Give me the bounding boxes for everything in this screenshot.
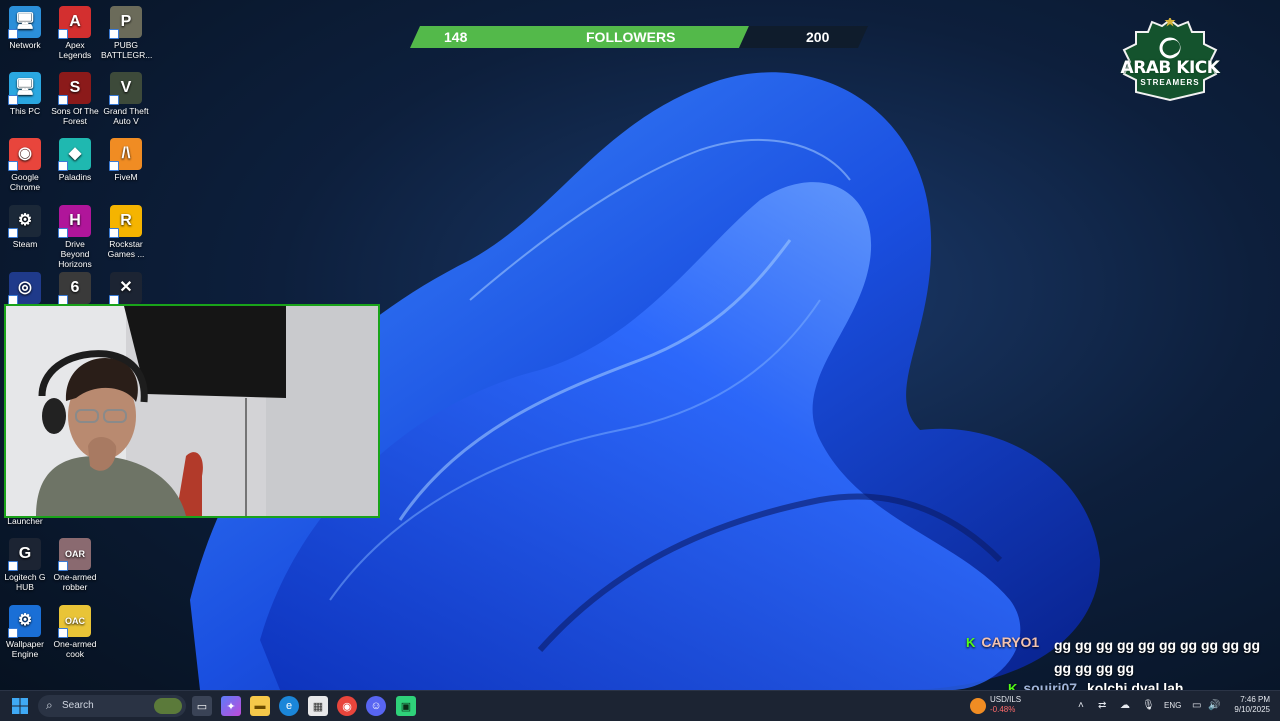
chrome-icon: ◉ (8, 138, 41, 171)
taskbar-search[interactable]: ⌕ Search (38, 695, 186, 717)
task-view-icon[interactable]: ▭ (192, 696, 212, 716)
steam-icon: ⚙ (8, 205, 41, 238)
kick-logo-icon: K (966, 635, 976, 650)
discord-icon[interactable]: ☺ (366, 696, 386, 716)
chat-username: CARYO1 (981, 634, 1040, 650)
chat-message: K CARYO1 (966, 634, 1039, 650)
chevron-up-icon[interactable]: ˄ (1078, 691, 1084, 721)
desktop-shortcut-label: Rockstar Games ... (107, 239, 145, 259)
desktop-shortcut[interactable]: R Rockstar Games ... (101, 205, 151, 259)
chat-message-line: gg gg gg gg (1054, 660, 1135, 676)
webcam-feed (6, 306, 378, 516)
apex-legends-icon: A (58, 6, 91, 39)
desktop-shortcut[interactable]: G Logitech G HUB (0, 538, 50, 592)
desktop-shortcut[interactable]: H Drive Beyond Horizons (50, 205, 100, 269)
microphone-icon[interactable]: 🎙 (1142, 691, 1155, 721)
onedrive-icon[interactable]: ☁ (1120, 691, 1130, 721)
rockstar-icon: R (109, 205, 142, 238)
chrome-taskbar-icon[interactable]: ◉ (337, 696, 357, 716)
logitech-icon: G (8, 538, 41, 571)
desktop-shortcut-label: PUBG BATTLEGR... (101, 40, 153, 60)
start-button[interactable] (10, 696, 30, 716)
desktop-shortcut-label: Paladins (58, 172, 92, 182)
desktop-shortcut-label: FiveM (114, 172, 138, 182)
stock-name: USD/ILS (990, 695, 1022, 704)
stock-change: -0.48% (990, 705, 1016, 714)
logo-title: ARAB KICK (1120, 58, 1220, 78)
desktop-shortcut[interactable]: OAR One-armed robber (50, 538, 100, 592)
gta-v-icon: V (109, 72, 142, 105)
search-highlight-icon (154, 698, 182, 714)
follower-current: 148 (444, 29, 468, 45)
desktop-shortcut-label: Apex Legends (58, 40, 92, 60)
network-tray-icon[interactable]: ⇄ (1098, 691, 1106, 721)
desktop-shortcut-label: Network (9, 40, 41, 50)
search-icon: ⌕ (46, 698, 53, 712)
desktop-shortcut[interactable]: ◆ Paladins (50, 138, 100, 182)
desktop-shortcut[interactable]: P PUBG BATTLEGR... (101, 6, 153, 60)
network-icon: 🖥 (8, 6, 41, 39)
drive-beyond-horizons-icon: H (58, 205, 91, 238)
sons-of-the-forest-icon: S (58, 72, 91, 105)
desktop-shortcut-label: One-armed cook (53, 639, 97, 659)
stock-widget-icon[interactable] (970, 698, 986, 714)
display-icon[interactable]: ▭ (1192, 691, 1201, 721)
this-pc-icon: 🖥 (8, 72, 41, 105)
one-armed-robber-icon: OAR (58, 538, 91, 571)
volume-icon[interactable]: 🔊 (1208, 691, 1220, 721)
clock[interactable]: 7:46 PM 9/10/2025 (1228, 695, 1270, 719)
stock-widget[interactable]: USD/ILS -0.48% (990, 695, 1021, 719)
desktop-shortcut-label: Drive Beyond Horizons (58, 239, 92, 269)
chat-message-line: gg gg gg gg gg gg gg gg gg gg (1054, 637, 1261, 653)
fivem-icon: /\ (109, 138, 142, 171)
webcam-overlay (4, 304, 380, 518)
desktop-shortcut[interactable]: ⚙ Wallpaper Engine (0, 605, 50, 659)
rainbow-six-icon: 6 (58, 272, 91, 305)
desktop-shortcut-label: Google Chrome (9, 172, 41, 192)
store-icon[interactable]: ▦ (308, 696, 328, 716)
desktop-shortcut[interactable]: ✕ (101, 272, 151, 306)
desktop-shortcut[interactable]: ◉ Google Chrome (0, 138, 50, 192)
chat-message-text: gg gg gg gg gg gg gg gg gg gg gg gg gg g… (1054, 634, 1274, 680)
desktop-shortcut[interactable]: 🖥 This PC (0, 72, 50, 116)
clock-time: 7:46 PM (1240, 695, 1270, 704)
wallpaper-engine-icon: ⚙ (8, 605, 41, 638)
desktop-shortcut[interactable]: /\ FiveM (101, 138, 151, 182)
partial-icon-label: Launcher (7, 516, 43, 526)
desktop-shortcut-label: Steam (12, 239, 38, 249)
copilot-icon[interactable]: ✦ (221, 696, 241, 716)
desktop-shortcut[interactable]: V Grand Theft Auto V (101, 72, 151, 126)
windows-icon (12, 698, 28, 714)
follower-goal: 200 (806, 29, 830, 45)
search-placeholder: Search (62, 700, 94, 711)
desktop-shortcut-label: Wallpaper Engine (6, 639, 44, 659)
desktop-shortcut-label: This PC (9, 106, 41, 116)
one-armed-cook-icon: OAC (58, 605, 91, 638)
desktop-shortcut-label: Sons Of The Forest (51, 106, 99, 126)
desktop-shortcut[interactable]: ⚙ Steam (0, 205, 50, 249)
desktop-shortcut[interactable]: A Apex Legends (50, 6, 100, 60)
desktop-shortcut[interactable]: OAC One-armed cook (50, 605, 100, 659)
ubisoft-icon: ◎ (8, 272, 41, 305)
pubg-icon: P (109, 6, 142, 39)
taskbar: ⌕ Search ▭ ✦ ▬ e ▦ ◉ ☺ ▣ USD/ILS -0.48% … (0, 690, 1280, 721)
desktop-shortcut[interactable]: 6 (50, 272, 100, 306)
desktop-shortcut-label: Logitech G HUB (4, 572, 46, 592)
logo-subtitle: STREAMERS (1140, 78, 1200, 87)
paladins-icon: ◆ (58, 138, 91, 171)
anvil-icon: ✕ (109, 272, 142, 305)
language-indicator[interactable]: ENG (1164, 691, 1181, 721)
follower-label: FOLLOWERS (586, 29, 676, 45)
desktop-shortcut-label: One-armed robber (53, 572, 97, 592)
clock-date: 9/10/2025 (1234, 705, 1270, 714)
desktop-shortcut-label: Grand Theft Auto V (103, 106, 149, 126)
desktop-icon-label-partial: Launcher (0, 516, 50, 526)
desktop-shortcut[interactable]: ◎ (0, 272, 50, 306)
obs-app-icon[interactable]: ▣ (396, 696, 416, 716)
desktop-shortcut[interactable]: S Sons Of The Forest (50, 72, 100, 126)
edge-icon[interactable]: e (279, 696, 299, 716)
desktop-shortcut[interactable]: 🖥 Network (0, 6, 50, 50)
file-explorer-icon[interactable]: ▬ (250, 696, 270, 716)
follower-goal-bar: 148 FOLLOWERS 200 (410, 26, 868, 48)
